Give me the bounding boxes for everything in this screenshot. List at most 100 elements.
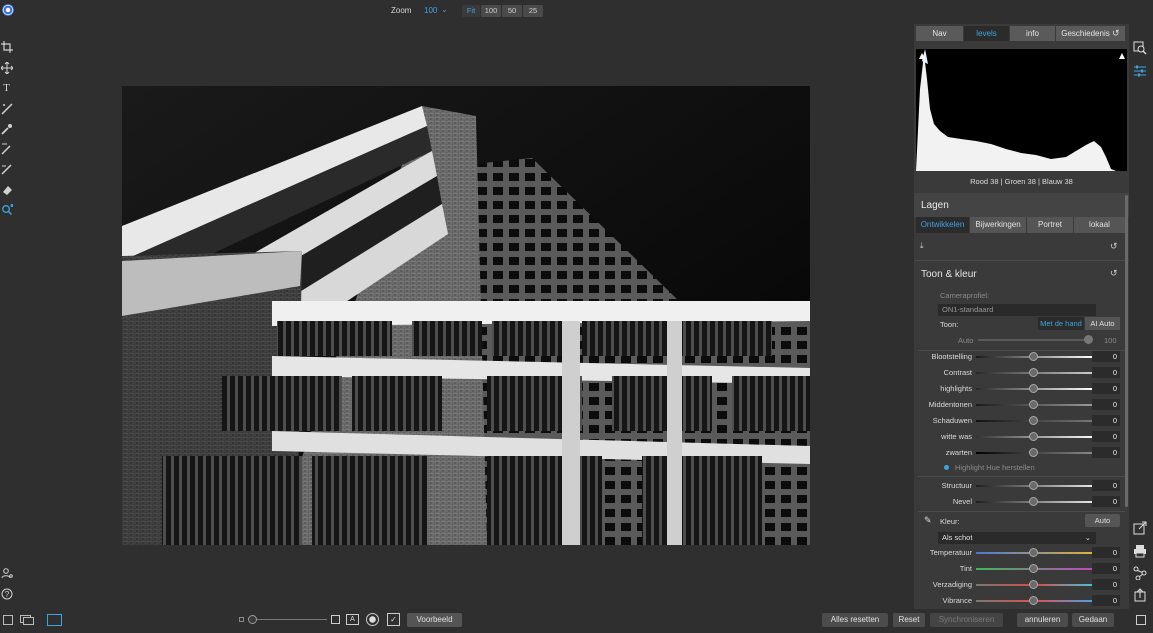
slider-value-field[interactable]: 0 xyxy=(1092,563,1120,574)
upload-icon[interactable] xyxy=(1133,588,1147,602)
slider-value-field[interactable]: 0 xyxy=(1092,547,1120,558)
slider-value-field[interactable]: 0 xyxy=(1092,351,1120,362)
slider-value-field[interactable]: 0 xyxy=(1092,367,1120,378)
reset-button[interactable]: Reset xyxy=(893,613,925,627)
zoom-25-button[interactable]: 25 xyxy=(523,5,543,17)
tab-nav[interactable]: Nav xyxy=(916,26,964,41)
brush-icon[interactable] xyxy=(0,103,13,116)
zoom-tool-icon[interactable] xyxy=(0,204,13,217)
slider-knob[interactable] xyxy=(1029,400,1038,409)
slider-label: Nevel xyxy=(952,497,972,506)
slider-value-field[interactable]: 0 xyxy=(1092,431,1120,442)
browse-icon[interactable] xyxy=(1133,41,1147,55)
highlight-hue-radio[interactable] xyxy=(944,465,949,470)
slider-knob[interactable] xyxy=(1029,368,1038,377)
tab-effects[interactable]: Bijwerkingen xyxy=(970,217,1027,233)
slider-value-field[interactable]: 0 xyxy=(1092,480,1120,491)
panel-scrollbar[interactable] xyxy=(1125,195,1128,507)
done-button[interactable]: Gedaan xyxy=(1072,613,1114,627)
app-logo[interactable] xyxy=(2,4,14,16)
eraser-icon[interactable] xyxy=(0,183,13,196)
slider-knob[interactable] xyxy=(1029,416,1038,425)
slider-knob[interactable] xyxy=(1029,432,1038,441)
slider-knob[interactable] xyxy=(1029,580,1038,589)
eyedropper-icon[interactable]: ✎ xyxy=(924,515,932,526)
zoom-100-button[interactable]: 100 xyxy=(481,5,501,17)
building-photo xyxy=(122,86,810,545)
reset-tone-icon[interactable]: ↺ xyxy=(1110,268,1118,279)
tab-develop[interactable]: Ontwikkelen xyxy=(916,217,970,233)
slider-value-field[interactable]: 0 xyxy=(1092,595,1120,606)
slider-knob[interactable] xyxy=(1029,548,1038,557)
soft-proof-icon[interactable]: ✓ xyxy=(387,613,400,626)
chevron-down-icon[interactable]: ⌄ xyxy=(441,5,448,14)
auto-label: Auto xyxy=(958,336,974,345)
tone-manual-button[interactable]: Met de hand xyxy=(1038,317,1084,330)
slider-knob[interactable] xyxy=(1029,384,1038,393)
slider-value-field[interactable]: 0 xyxy=(1092,496,1120,507)
rgb-readout: Rood 38 | Groen 38 | Blauw 38 xyxy=(970,177,1073,186)
help-icon[interactable]: ? xyxy=(0,588,13,601)
slider-value-field[interactable]: 0 xyxy=(1092,383,1120,394)
masking-brush-icon[interactable] xyxy=(0,163,13,176)
preset-save-icon[interactable]: ⤓ xyxy=(920,241,924,251)
photo-canvas[interactable] xyxy=(122,86,810,545)
highlight-hue-label[interactable]: Highlight Hue herstellen xyxy=(955,463,1035,472)
tab-levels[interactable]: levels xyxy=(964,26,1010,41)
camera-profile-label: Cameraprofiel: xyxy=(940,291,990,300)
preview-button[interactable]: Voorbeeld xyxy=(407,613,462,627)
tone-ai-auto-button[interactable]: AI Auto xyxy=(1085,317,1120,330)
chevron-down-icon: ⌄ xyxy=(1084,533,1091,542)
zoom-slider-knob[interactable] xyxy=(248,615,257,624)
slider-knob[interactable] xyxy=(1029,481,1038,490)
print-icon[interactable] xyxy=(1133,544,1147,558)
slider-knob[interactable] xyxy=(1029,497,1038,506)
tab-portrait[interactable]: Portret xyxy=(1027,217,1074,233)
slider-value-field[interactable]: 0 xyxy=(1092,415,1120,426)
filmstrip-icon[interactable] xyxy=(20,615,34,627)
zoom-50-button[interactable]: 50 xyxy=(502,5,522,17)
crop-icon[interactable] xyxy=(0,41,13,54)
single-view-icon[interactable] xyxy=(3,615,13,625)
text-icon[interactable]: T xyxy=(0,82,13,95)
slider-value-field[interactable]: 0 xyxy=(1092,579,1120,590)
histogram-graph xyxy=(916,49,1125,171)
auto-slider-knob[interactable] xyxy=(1084,335,1093,344)
reset-all-button[interactable]: Alles resetten xyxy=(822,613,888,627)
tone-label: Toon: xyxy=(940,320,959,329)
sync-button[interactable]: Synchroniseren xyxy=(930,613,1003,627)
cancel-button[interactable]: annuleren xyxy=(1017,613,1068,627)
slider-value-field[interactable]: 0 xyxy=(1092,447,1120,458)
slider-knob[interactable] xyxy=(1029,448,1038,457)
compare-view-icon[interactable] xyxy=(47,614,62,626)
mask-view-icon[interactable] xyxy=(366,613,379,626)
clone-stamp-icon[interactable] xyxy=(0,143,13,156)
reset-develop-icon[interactable]: ↺ xyxy=(1110,241,1118,252)
svg-text:?: ? xyxy=(4,590,9,599)
edit-adjustments-icon[interactable] xyxy=(1133,64,1147,78)
retouch-icon[interactable] xyxy=(0,123,13,136)
divider xyxy=(918,476,1125,477)
tab-local[interactable]: lokaal xyxy=(1074,217,1126,233)
slider-knob[interactable] xyxy=(1029,352,1038,361)
slider-value-field[interactable]: 0 xyxy=(1092,399,1120,410)
zoom-in-icon[interactable] xyxy=(331,615,340,624)
text-overlay-icon[interactable]: A xyxy=(346,614,359,625)
camera-profile-select[interactable]: ON1-standaard xyxy=(938,304,1096,316)
white-balance-select[interactable]: Als schot ⌄ xyxy=(938,532,1096,544)
slider-knob[interactable] xyxy=(1029,564,1038,573)
auto-slider-track xyxy=(978,339,1088,341)
move-icon[interactable] xyxy=(0,61,13,75)
tone-color-title: Toon & kleur xyxy=(921,269,977,280)
share-icon[interactable] xyxy=(1133,566,1147,581)
undo-icon[interactable]: ↺ xyxy=(1112,28,1120,39)
zoom-fit-button[interactable]: Fit xyxy=(462,5,480,17)
slider-knob[interactable] xyxy=(1029,596,1038,605)
user-settings-icon[interactable] xyxy=(0,567,13,580)
panel-toggle-icon[interactable] xyxy=(1136,615,1146,625)
color-auto-button[interactable]: Auto xyxy=(1085,514,1120,527)
export-icon[interactable] xyxy=(1133,521,1147,535)
tab-info[interactable]: info xyxy=(1010,26,1056,41)
zoom-dropdown[interactable]: 100 xyxy=(424,6,437,15)
zoom-out-icon[interactable] xyxy=(239,617,244,622)
